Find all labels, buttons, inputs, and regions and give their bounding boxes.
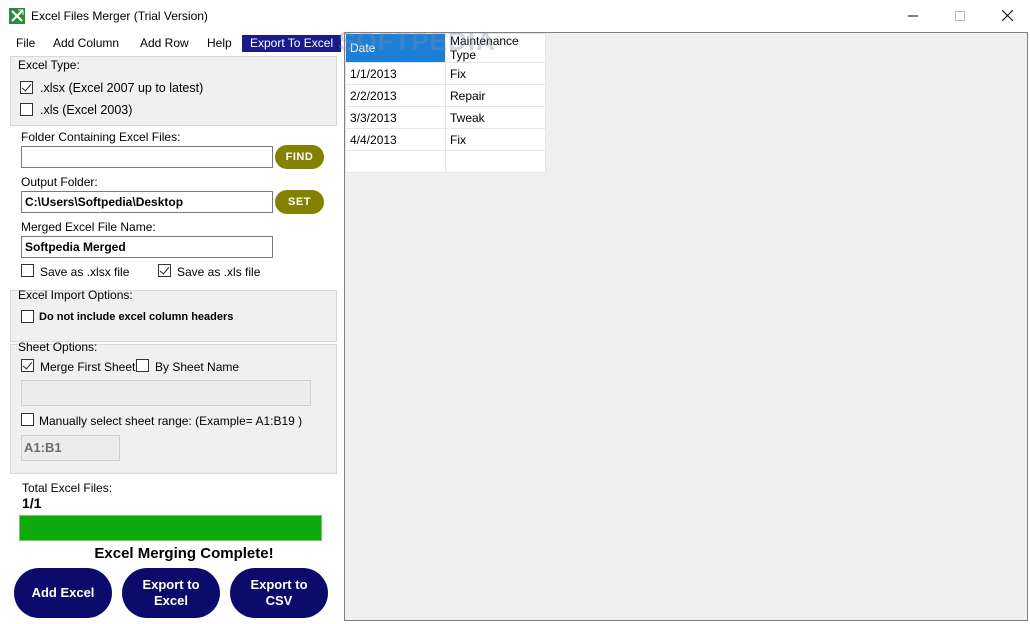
- table-cell[interactable]: Fix: [445, 128, 546, 151]
- save-xlsx-label: Save as .xlsx file: [40, 265, 130, 279]
- set-button[interactable]: SET: [275, 190, 324, 214]
- save-xls-checkbox[interactable]: [158, 264, 171, 277]
- merged-name-field[interactable]: [21, 236, 273, 258]
- menu-export-to-excel[interactable]: Export To Excel: [242, 35, 342, 52]
- window-title: Excel Files Merger (Trial Version): [31, 9, 208, 23]
- menu-help[interactable]: Help: [207, 35, 232, 52]
- table-row[interactable]: 2/2/2013 Repair: [345, 84, 546, 107]
- add-excel-label: Add Excel: [31, 585, 95, 600]
- sheet-name-field[interactable]: [21, 380, 311, 406]
- menu-add-column[interactable]: Add Column: [53, 35, 119, 52]
- menu-file[interactable]: File: [16, 35, 35, 52]
- add-excel-button[interactable]: Add Excel: [14, 568, 112, 618]
- watermark: SOFTPEDIA: [338, 26, 496, 56]
- export-to-excel-button[interactable]: Export to Excel: [122, 568, 220, 618]
- maximize-icon: [955, 10, 965, 21]
- menu-add-row[interactable]: Add Row: [140, 35, 189, 52]
- excel-type-title: Excel Type:: [18, 58, 80, 72]
- menu-bar: File Add Column Add Row Help Export To E…: [0, 32, 342, 54]
- manual-range-checkbox[interactable]: [21, 413, 34, 426]
- table-row[interactable]: 1/1/2013 Fix: [345, 62, 546, 85]
- no-headers-checkbox[interactable]: [21, 310, 34, 323]
- close-icon: [1001, 10, 1013, 21]
- table-cell[interactable]: [445, 150, 546, 173]
- output-folder-label: Output Folder:: [21, 175, 98, 189]
- import-options-title: Excel Import Options:: [18, 288, 133, 302]
- table-row[interactable]: 3/3/2013 Tweak: [345, 106, 546, 129]
- title-bar: Excel Files Merger (Trial Version): [0, 0, 1030, 32]
- excel-merger-icon: [9, 8, 25, 24]
- range-field[interactable]: A1:B1: [21, 435, 120, 461]
- table-cell[interactable]: 1/1/2013: [345, 62, 446, 85]
- total-files-label: Total Excel Files:: [22, 481, 113, 495]
- merge-first-checkbox[interactable]: [21, 359, 34, 372]
- total-files-value: 1/1: [22, 495, 42, 511]
- merged-name-label: Merged Excel File Name:: [21, 220, 156, 234]
- export-csv-label-line2: CSV: [265, 593, 293, 608]
- table-cell[interactable]: Fix: [445, 62, 546, 85]
- no-headers-label: Do not include excel column headers: [39, 311, 234, 323]
- input-folder-field[interactable]: [21, 146, 273, 168]
- xls-checkbox[interactable]: [20, 103, 33, 116]
- table-cell[interactable]: [345, 150, 446, 173]
- manual-range-label: Manually select sheet range: (Example= A…: [39, 414, 303, 428]
- export-excel-label-line1: Export to: [142, 577, 200, 592]
- table-cell[interactable]: 3/3/2013: [345, 106, 446, 129]
- merge-progress-bar: [19, 515, 322, 541]
- output-folder-field[interactable]: [21, 191, 273, 213]
- by-sheet-name-label: By Sheet Name: [155, 360, 240, 374]
- minimize-button[interactable]: [890, 0, 936, 31]
- table-cell[interactable]: 2/2/2013: [345, 84, 446, 107]
- export-to-csv-button[interactable]: Export to CSV: [230, 568, 328, 618]
- table-row[interactable]: 4/4/2013 Fix: [345, 128, 546, 151]
- export-csv-label-line1: Export to: [250, 577, 308, 592]
- table-cell[interactable]: Repair: [445, 84, 546, 107]
- find-button[interactable]: FIND: [275, 145, 324, 169]
- xlsx-label: .xlsx (Excel 2007 up to latest): [40, 81, 204, 95]
- merge-first-label: Merge First Sheet: [40, 360, 136, 374]
- close-button[interactable]: [984, 0, 1030, 31]
- save-xlsx-checkbox[interactable]: [21, 264, 34, 277]
- by-sheet-name-checkbox[interactable]: [136, 359, 149, 372]
- save-xls-label: Save as .xls file: [177, 265, 261, 279]
- export-excel-label-line2: Excel: [154, 593, 188, 608]
- xlsx-checkbox[interactable]: [20, 81, 33, 94]
- sheet-options-title: Sheet Options:: [18, 340, 98, 354]
- table-cell[interactable]: Tweak: [445, 106, 546, 129]
- merge-status-message: Excel Merging Complete!: [94, 545, 274, 562]
- maximize-button[interactable]: [937, 0, 983, 31]
- minimize-icon: [908, 15, 918, 16]
- table-row[interactable]: [345, 150, 546, 173]
- xls-label: .xls (Excel 2003): [40, 103, 133, 117]
- data-grid-panel: Date Maintenance Type 1/1/2013 Fix 2/2/2…: [344, 32, 1028, 621]
- options-panel: Excel Type: .xlsx (Excel 2007 up to late…: [0, 54, 342, 624]
- input-folder-label: Folder Containing Excel Files:: [21, 130, 181, 144]
- table-cell[interactable]: 4/4/2013: [345, 128, 446, 151]
